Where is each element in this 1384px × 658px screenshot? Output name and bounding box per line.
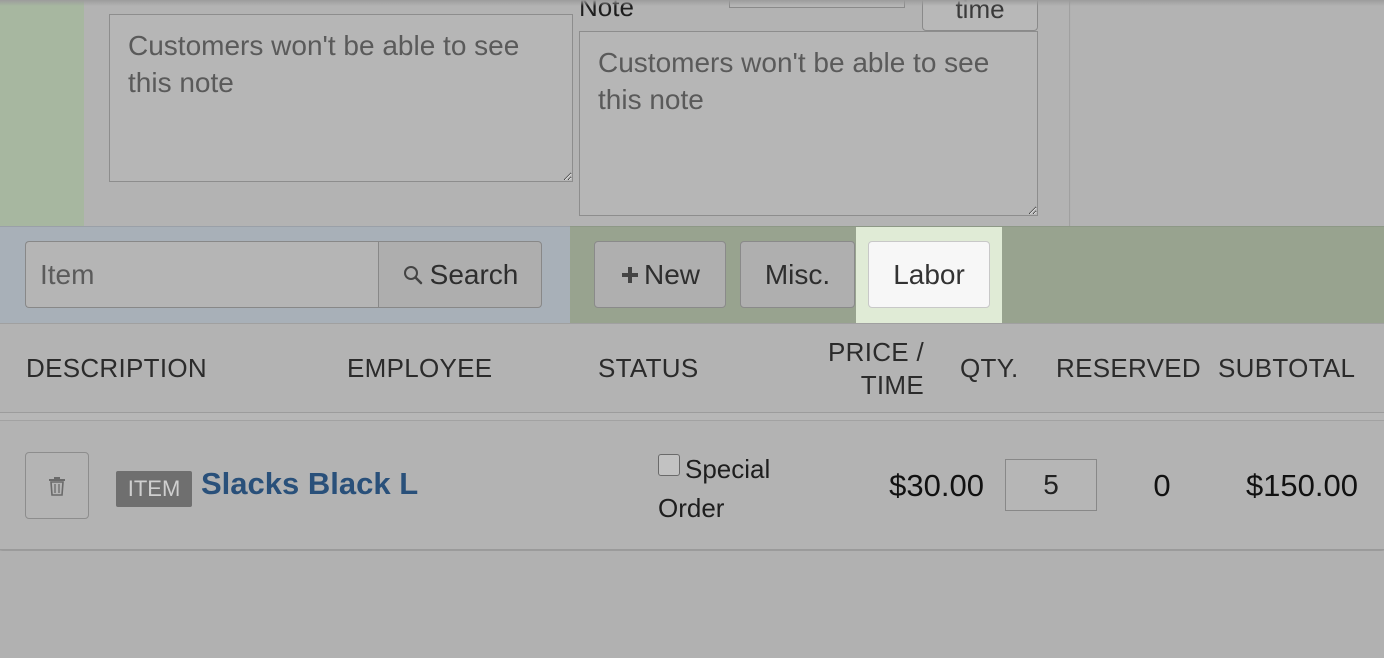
table-header-divider <box>0 413 1384 421</box>
special-order-checkbox[interactable] <box>658 454 680 476</box>
left-green-strip <box>0 0 84 226</box>
internal-note-textarea[interactable] <box>109 14 573 182</box>
plus-icon <box>621 266 638 283</box>
header-qty: QTY. <box>960 353 1019 383</box>
right-panel <box>1071 0 1384 226</box>
header-subtotal: SUBTOTAL <box>1218 353 1356 383</box>
misc-button[interactable]: Misc. <box>740 241 855 308</box>
reserved-count: 0 <box>1153 468 1171 503</box>
labor-button[interactable]: Labor <box>868 241 990 308</box>
item-type-badge: ITEM <box>116 471 192 507</box>
search-button-label: Search <box>429 258 519 290</box>
header-reserved: RESERVED <box>1056 353 1201 383</box>
new-button-label: New <box>643 258 700 290</box>
top-shadow <box>0 0 1384 6</box>
header-price-line2: TIME <box>860 370 924 400</box>
new-item-button[interactable]: New <box>594 241 726 308</box>
line-subtotal: $150.00 <box>1245 468 1358 503</box>
empty-area <box>0 551 1384 658</box>
item-search-input[interactable] <box>25 241 380 308</box>
header-price-line1: PRICE / <box>827 337 924 367</box>
line-price: $30.00 <box>889 468 984 503</box>
header-price-time: PRICE / TIME <box>800 336 924 402</box>
delete-line-button[interactable] <box>25 452 89 519</box>
header-description: DESCRIPTION <box>26 353 207 383</box>
header-employee: EMPLOYEE <box>347 353 493 383</box>
trash-icon <box>49 476 65 496</box>
note-textarea[interactable] <box>579 31 1038 216</box>
search-button[interactable]: Search <box>378 241 542 308</box>
quantity-input[interactable] <box>1005 459 1097 511</box>
header-status: STATUS <box>598 353 699 383</box>
search-icon <box>403 265 422 284</box>
item-name-link[interactable]: Slacks Black L <box>201 466 418 502</box>
